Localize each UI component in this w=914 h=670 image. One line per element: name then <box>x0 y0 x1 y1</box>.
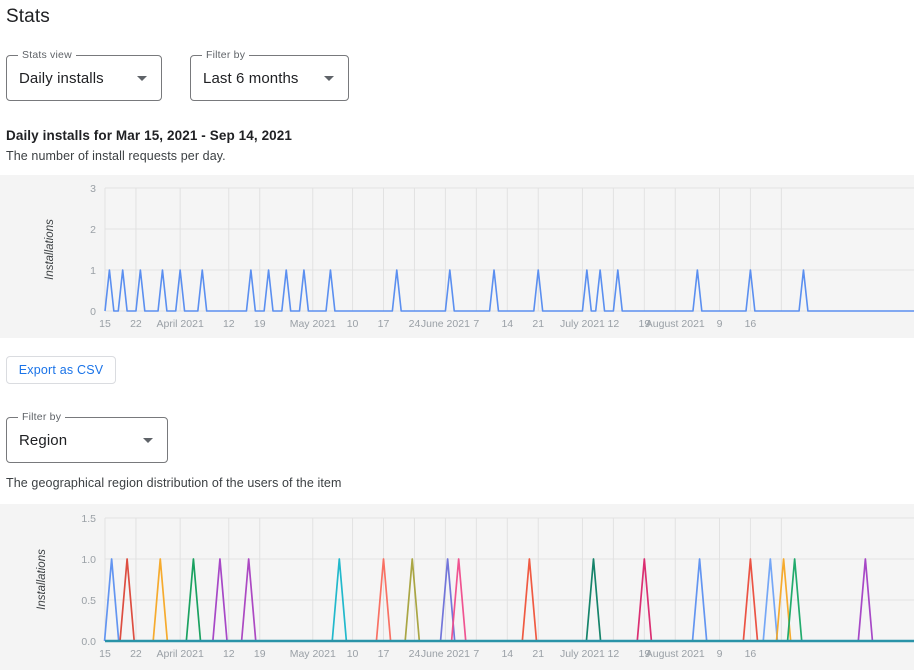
svg-text:21: 21 <box>532 648 544 660</box>
svg-text:Installations: Installations <box>36 549 48 610</box>
svg-text:April 2021: April 2021 <box>157 648 204 660</box>
svg-text:12: 12 <box>608 648 620 660</box>
svg-text:16: 16 <box>745 318 757 330</box>
svg-text:0: 0 <box>90 306 96 318</box>
region-filter-select[interactable]: Filter by Region <box>6 417 168 463</box>
page-title: Stats <box>6 6 50 28</box>
chevron-down-icon <box>324 76 334 81</box>
export-csv-button[interactable]: Export as CSV <box>6 356 116 384</box>
svg-text:10: 10 <box>347 318 359 330</box>
svg-text:24: 24 <box>409 648 421 660</box>
svg-text:19: 19 <box>254 648 266 660</box>
svg-text:1.5: 1.5 <box>81 513 96 525</box>
daily-installs-heading: Daily installs for Mar 15, 2021 - Sep 14… <box>6 128 292 143</box>
stats-page: Stats Stats view Daily installs Filter b… <box>0 0 914 670</box>
svg-text:15: 15 <box>99 318 111 330</box>
svg-text:14: 14 <box>501 318 513 330</box>
svg-text:June 2021: June 2021 <box>421 318 470 330</box>
svg-text:22: 22 <box>130 318 142 330</box>
svg-text:7: 7 <box>473 318 479 330</box>
svg-text:12: 12 <box>608 318 620 330</box>
svg-text:April 2021: April 2021 <box>157 318 204 330</box>
svg-text:1.0: 1.0 <box>81 554 96 566</box>
stats-view-select[interactable]: Stats view Daily installs <box>6 55 162 101</box>
svg-text:1: 1 <box>90 265 96 277</box>
svg-text:10: 10 <box>347 648 359 660</box>
svg-text:June 2021: June 2021 <box>421 648 470 660</box>
svg-text:3: 3 <box>90 183 96 195</box>
daily-installs-description: The number of install requests per day. <box>6 149 226 163</box>
svg-text:22: 22 <box>130 648 142 660</box>
region-filter-value: Region <box>19 418 67 462</box>
region-distribution-description: The geographical region distribution of … <box>6 476 341 490</box>
region-distribution-chart-svg: 0.0 0.5 1.0 1.5 15 22 April 2021 12 19 May 2021 10… <box>0 504 914 670</box>
svg-text:17: 17 <box>378 648 390 660</box>
svg-text:0.5: 0.5 <box>81 595 96 607</box>
region-distribution-chart: 0.0 0.5 1.0 1.5 15 22 April 2021 12 19 May 2021 10… <box>0 504 914 670</box>
stats-view-value: Daily installs <box>19 56 104 100</box>
svg-text:24: 24 <box>409 318 421 330</box>
svg-text:12: 12 <box>223 648 235 660</box>
svg-text:July 2021: July 2021 <box>560 318 605 330</box>
chevron-down-icon <box>143 438 153 443</box>
svg-text:15: 15 <box>99 648 111 660</box>
svg-text:21: 21 <box>532 318 544 330</box>
svg-text:0.0: 0.0 <box>81 636 96 648</box>
svg-text:12: 12 <box>223 318 235 330</box>
svg-text:May 2021: May 2021 <box>290 648 336 660</box>
daily-installs-chart-svg: 01231522April 20211219May 2021101724June… <box>0 175 914 338</box>
period-filter-select[interactable]: Filter by Last 6 months <box>190 55 349 101</box>
daily-installs-chart: 01231522April 20211219May 2021101724June… <box>0 175 914 338</box>
svg-text:May 2021: May 2021 <box>290 318 336 330</box>
svg-text:9: 9 <box>717 318 723 330</box>
svg-text:August 2021: August 2021 <box>646 648 705 660</box>
chevron-down-icon <box>137 76 147 81</box>
svg-text:Installations: Installations <box>44 219 56 280</box>
svg-text:17: 17 <box>378 318 390 330</box>
svg-text:2: 2 <box>90 224 96 236</box>
svg-text:14: 14 <box>501 648 513 660</box>
svg-text:July 2021: July 2021 <box>560 648 605 660</box>
svg-text:7: 7 <box>473 648 479 660</box>
svg-text:16: 16 <box>745 648 757 660</box>
period-filter-value: Last 6 months <box>203 56 299 100</box>
svg-text:9: 9 <box>717 648 723 660</box>
svg-text:August 2021: August 2021 <box>646 318 705 330</box>
svg-text:19: 19 <box>254 318 266 330</box>
